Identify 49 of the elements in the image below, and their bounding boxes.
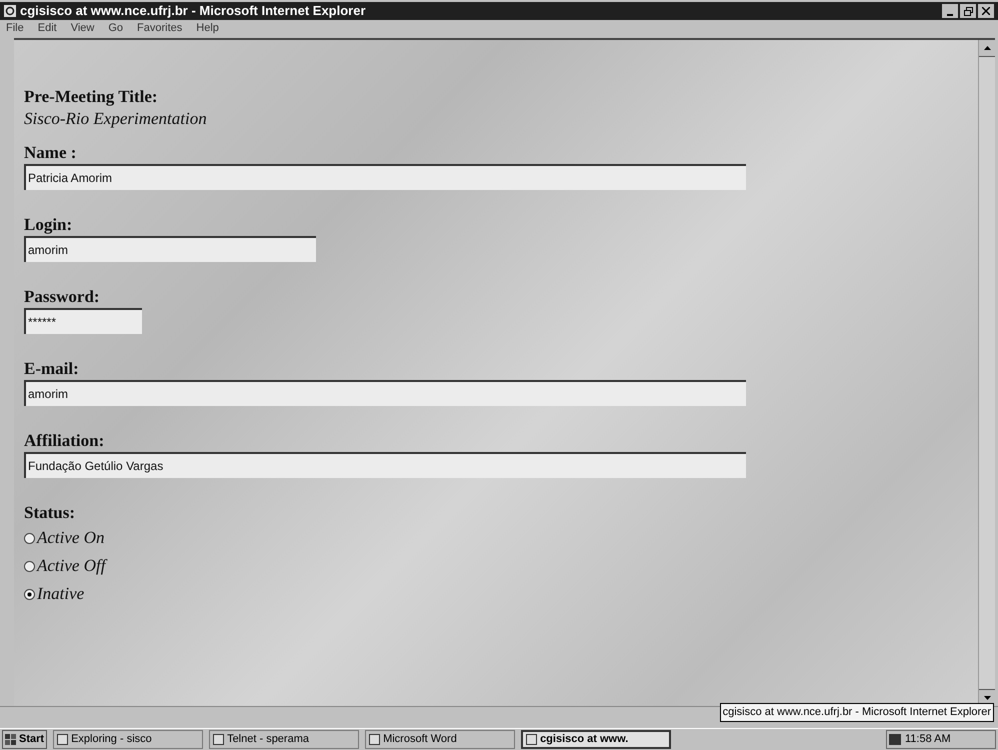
close-icon	[982, 7, 990, 15]
close-button[interactable]	[978, 4, 994, 18]
menu-item[interactable]: Favorites	[137, 20, 182, 36]
menu-item[interactable]: Go	[108, 20, 124, 36]
taskbar-button[interactable]: Exploring - sisco	[53, 730, 204, 749]
text-field[interactable]: Patricia Amorim	[24, 164, 746, 190]
restore-icon	[964, 6, 972, 16]
text-field[interactable]: amorim	[24, 236, 316, 262]
minimize-icon	[947, 14, 953, 16]
meeting-title: Sisco-Rio Experimentation	[24, 108, 208, 130]
window-icon	[369, 734, 380, 745]
radio-option[interactable]: Active Off	[24, 552, 978, 580]
clock: 11:58 AM	[905, 732, 951, 748]
field-label: E-mail:	[24, 358, 80, 380]
down-arrow-icon	[984, 696, 990, 700]
menu-item[interactable]: Help	[196, 20, 219, 36]
start-button[interactable]: Start	[2, 730, 48, 749]
menu-item[interactable]: View	[70, 20, 94, 36]
radio-button[interactable]	[24, 588, 35, 600]
scroll-up-button[interactable]	[979, 40, 995, 57]
up-arrow-icon	[984, 46, 990, 50]
restore-button[interactable]	[960, 4, 976, 18]
field-label: Affiliation:	[24, 430, 106, 452]
minimize-button[interactable]	[942, 4, 958, 18]
text-field[interactable]: amorim	[24, 380, 746, 406]
radio-option[interactable]: Active On	[24, 524, 978, 552]
window-title: cgisisco at www.nce.ufrj.br - Microsoft Internet Explorer	[20, 2, 366, 20]
window-icon	[213, 734, 224, 745]
text-field[interactable]: Fundação Getúlio Vargas	[24, 452, 746, 478]
taskbar-button[interactable]: Telnet - sperama	[209, 730, 360, 749]
radio-button[interactable]	[24, 532, 35, 544]
radio-button[interactable]	[24, 560, 35, 572]
browser-icon	[4, 5, 16, 17]
field-label: Login:	[24, 214, 74, 236]
window-icon	[57, 734, 68, 745]
field-label: Status:	[24, 502, 76, 524]
window-icon	[526, 734, 538, 745]
radio-option[interactable]: Inative	[24, 580, 978, 608]
menu-item[interactable]: File	[6, 20, 24, 36]
scrollbar[interactable]	[978, 40, 995, 706]
field-label: Pre-Meeting Title:	[24, 86, 159, 108]
tooltip: cgisisco at www.nce.ufrj.br - Microsoft Internet Explorer	[720, 703, 994, 722]
windows-logo-icon	[5, 734, 17, 746]
field-label: Name :	[24, 142, 78, 164]
taskbar-button[interactable]: Microsoft Word	[365, 730, 516, 749]
text-field[interactable]: ******	[24, 308, 142, 334]
field-label: Password:	[24, 286, 101, 308]
menu-item[interactable]: Edit	[38, 20, 57, 36]
taskbar-button[interactable]: cgisisco at www.	[521, 730, 672, 749]
